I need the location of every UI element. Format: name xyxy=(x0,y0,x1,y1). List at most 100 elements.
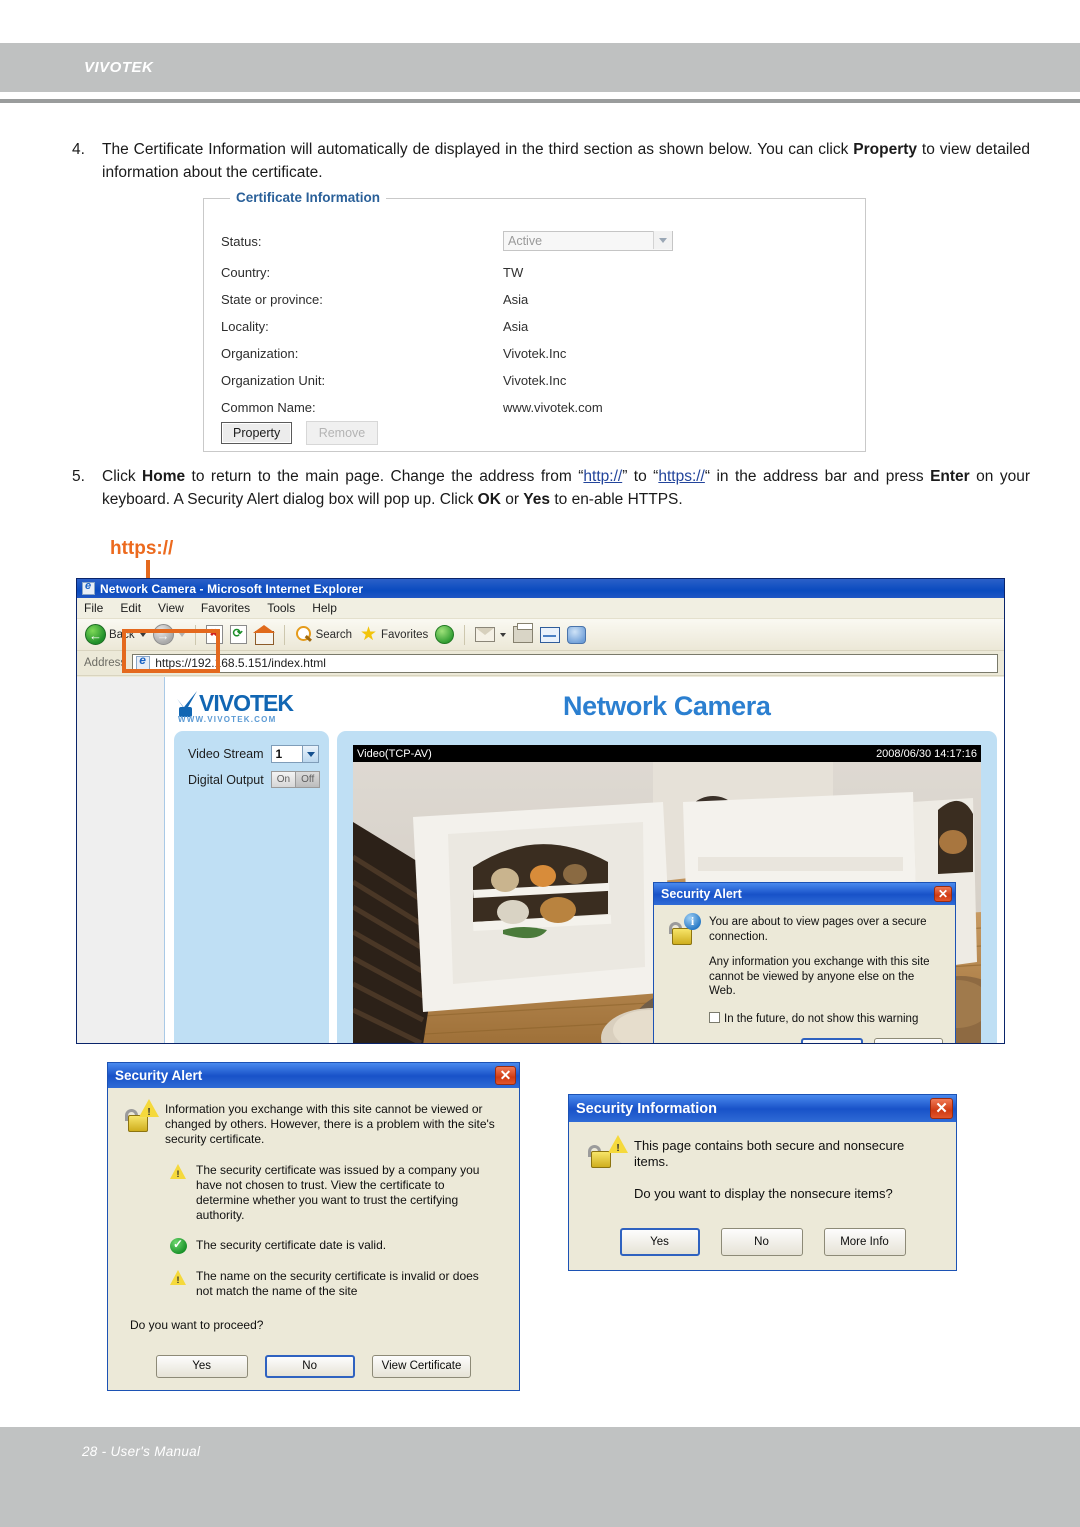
menu-item-file[interactable]: File xyxy=(84,601,103,615)
certificate-information-legend: Certificate Information xyxy=(230,190,387,205)
cert-row-locality: Locality: Asia xyxy=(221,316,841,343)
cert-row-common-name: Common Name: www.vivotek.com xyxy=(221,397,841,424)
cert-value-organization-unit: Vivotek.Inc xyxy=(503,373,567,388)
secure-connection-dialog[interactable]: Security Alert ✕ i You are about to view… xyxy=(653,882,956,1043)
security-information-dialog[interactable]: Security Information ✕ This page contain… xyxy=(568,1094,957,1271)
do-not-show-checkbox-row[interactable]: In the future, do not show this warning xyxy=(709,1011,943,1027)
edit-button[interactable] xyxy=(538,626,562,643)
more-info-button[interactable]: More Info xyxy=(874,1038,943,1043)
dialog-line-2: Any information you exchange with this s… xyxy=(709,956,930,997)
cert-row-organization: Organization: Vivotek.Inc xyxy=(221,343,841,370)
close-icon[interactable]: ✕ xyxy=(495,1066,516,1085)
step-5-text-4: “ in the address bar and press xyxy=(704,468,931,485)
dialog-body: Information you exchange with this site … xyxy=(108,1088,519,1390)
status-select[interactable]: Active xyxy=(503,231,673,251)
dialog-title-bar: Security Alert ✕ xyxy=(108,1063,519,1088)
page-footer-bar xyxy=(0,1427,1080,1527)
cert-value-common-name: www.vivotek.com xyxy=(503,400,603,415)
warning-lock-icon xyxy=(585,1135,628,1178)
search-icon xyxy=(295,625,313,644)
home-button[interactable] xyxy=(252,624,276,645)
camera-left-panel: Video Stream 1 Digital Output On Off xyxy=(174,731,329,1043)
video-stream-select[interactable]: 1 xyxy=(270,745,319,763)
mail-button[interactable] xyxy=(473,627,508,642)
dialog-title: Security Alert xyxy=(661,887,742,901)
toolbar-divider xyxy=(464,624,466,645)
dialog-button-row: OK More Info xyxy=(666,1038,943,1043)
step-5-link-http[interactable]: http:// xyxy=(583,468,622,485)
dialog-body: This page contains both secure and nonse… xyxy=(569,1122,956,1270)
cert-value-organization: Vivotek.Inc xyxy=(503,346,567,361)
dialog-intro-row: Information you exchange with this site … xyxy=(122,1099,505,1147)
dialog-intro-text: Information you exchange with this site … xyxy=(165,1102,495,1146)
video-player[interactable]: Video(TCP-AV) 2008/06/30 14:17:16 Securi… xyxy=(353,745,981,1043)
warning-lock-icon xyxy=(122,1099,159,1136)
refresh-button[interactable] xyxy=(228,625,249,644)
property-button[interactable]: Property xyxy=(221,422,293,444)
video-timestamp: 2008/06/30 14:17:16 xyxy=(876,747,977,760)
page-header-bar xyxy=(0,43,1080,92)
close-icon[interactable]: ✕ xyxy=(934,886,952,902)
browser-address-bar: Address https://192.168.5.151/index.html xyxy=(77,629,1004,676)
dialog-title: Security Information xyxy=(576,1100,717,1117)
mail-icon xyxy=(475,627,496,642)
edit-icon xyxy=(540,626,561,643)
stop-button[interactable] xyxy=(204,625,225,644)
dialog-title-bar: Security Information ✕ xyxy=(569,1095,956,1122)
cert-label-state: State or province: xyxy=(221,292,323,307)
step-5-text-3: ” to “ xyxy=(622,468,659,485)
step-5-bold-yes: Yes xyxy=(523,491,551,508)
yes-button[interactable]: Yes xyxy=(155,1355,248,1378)
checkbox[interactable] xyxy=(709,1011,720,1023)
chevron-down-icon[interactable] xyxy=(500,632,507,637)
warning-icon xyxy=(170,1163,187,1182)
security-alert-dialog[interactable]: Security Alert ✕ Information you exchang… xyxy=(107,1062,520,1391)
print-button[interactable] xyxy=(511,623,535,643)
menu-item-tools[interactable]: Tools xyxy=(267,601,295,615)
video-status-bar: Video(TCP-AV) 2008/06/30 14:17:16 xyxy=(353,745,981,762)
search-button[interactable]: Search xyxy=(293,625,354,644)
internet-explorer-icon xyxy=(82,580,95,595)
digital-output-off[interactable]: Off xyxy=(295,772,320,787)
menu-item-help[interactable]: Help xyxy=(312,601,337,615)
no-button[interactable]: No xyxy=(720,1228,803,1256)
dialog-title-bar: Security Alert ✕ xyxy=(654,883,955,905)
dialog-question: Do you want to proceed? xyxy=(130,1318,264,1332)
status-select-value: Active xyxy=(508,234,543,248)
dialog-body: i You are about to view pages over a sec… xyxy=(654,905,955,1043)
warning-icon xyxy=(170,1269,187,1288)
header-divider xyxy=(0,99,1080,103)
back-button[interactable]: ← Back xyxy=(83,624,148,645)
menu-item-view[interactable]: View xyxy=(158,601,184,615)
address-input[interactable]: https://192.168.5.151/index.html xyxy=(132,653,998,673)
digital-output-control: Digital Output On Off xyxy=(188,771,321,788)
cert-row-organization-unit: Organization Unit: Vivotek.Inc xyxy=(221,370,841,397)
back-arrow-icon: ← xyxy=(85,624,106,645)
step-5-paragraph: 5. Click Home to return to the main page… xyxy=(72,465,1030,511)
yes-button[interactable]: Yes xyxy=(619,1228,700,1256)
chevron-down-icon[interactable] xyxy=(139,632,146,637)
step-5-bold-ok: OK xyxy=(477,491,501,508)
step-5-text-2: to return to the main page. Change the a… xyxy=(185,468,584,485)
ok-button[interactable]: OK xyxy=(801,1038,864,1043)
alert-item-2-text: The security certificate date is valid. xyxy=(196,1238,387,1252)
cert-value-state: Asia xyxy=(503,292,529,307)
favorites-button[interactable]: ★ Favorites xyxy=(357,625,430,644)
menu-item-favorites[interactable]: Favorites xyxy=(201,601,250,615)
more-info-button[interactable]: More Info xyxy=(823,1228,906,1256)
digital-output-toggle[interactable]: On Off xyxy=(270,771,321,788)
digital-output-on[interactable]: On xyxy=(271,772,296,787)
messenger-button[interactable] xyxy=(565,625,588,644)
close-icon[interactable]: ✕ xyxy=(930,1098,953,1119)
media-button[interactable] xyxy=(433,625,456,644)
step-4-text-1: The Certificate Information will automat… xyxy=(102,141,854,158)
menu-item-edit[interactable]: Edit xyxy=(120,601,141,615)
step-5-bold-enter: Enter xyxy=(930,468,970,485)
no-button[interactable]: No xyxy=(264,1355,355,1378)
chevron-down-icon[interactable] xyxy=(301,746,318,762)
chevron-down-icon[interactable] xyxy=(653,231,672,249)
step-5-link-https[interactable]: https:// xyxy=(658,468,705,485)
view-certificate-button[interactable]: View Certificate xyxy=(371,1355,472,1378)
forward-button[interactable]: → xyxy=(151,624,187,645)
vivotek-wordmark: VIVOTEK xyxy=(199,690,294,716)
